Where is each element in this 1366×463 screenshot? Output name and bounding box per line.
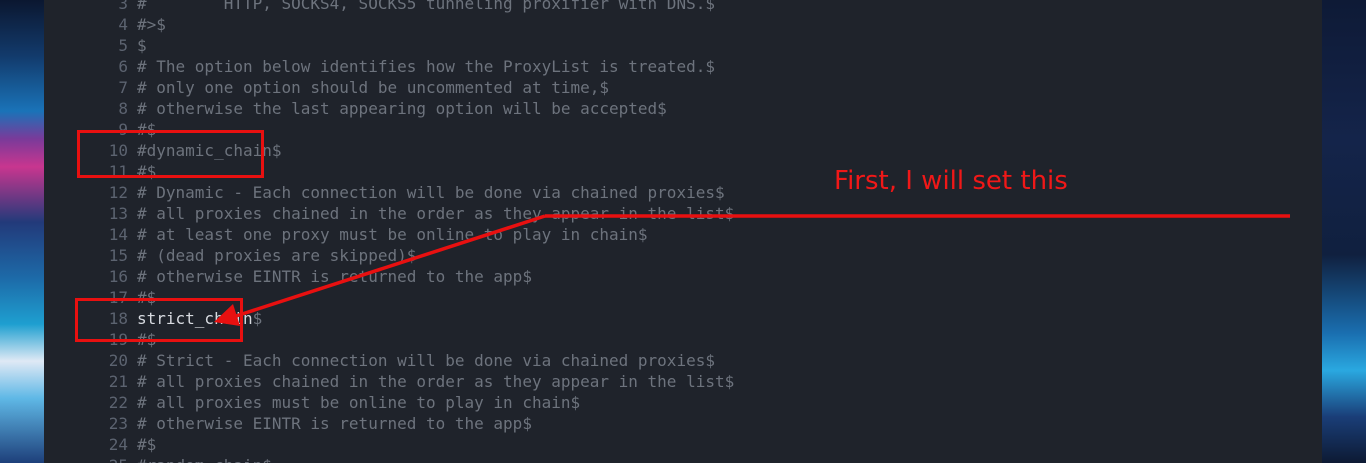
editor-line: 3 # HTTP, SOCKS4, SOCKS5 tunneling proxif… bbox=[88, 0, 734, 14]
highlight-box-strict-chain bbox=[75, 298, 243, 342]
line-text: # The option below identifies how the Pr… bbox=[137, 57, 715, 76]
line-text: #random_chain$ bbox=[137, 455, 272, 463]
line-number: 4 bbox=[118, 15, 128, 34]
editor-line: 25 #random_chain$ bbox=[88, 455, 734, 463]
line-text: # otherwise the last appearing option wi… bbox=[137, 99, 667, 118]
screenshot-stage: 3 # HTTP, SOCKS4, SOCKS5 tunneling proxif… bbox=[0, 0, 1366, 463]
line-number: 15 bbox=[108, 246, 128, 265]
line-number: 25 bbox=[88, 455, 128, 463]
line-number: 14 bbox=[108, 225, 128, 244]
editor-line: 8 # otherwise the last appearing option w… bbox=[88, 98, 734, 119]
editor-line: 7 # only one option should be uncommented… bbox=[88, 77, 734, 98]
editor-line: 13 # all proxies chained in the order as … bbox=[88, 203, 735, 224]
line-number: 6 bbox=[118, 57, 128, 76]
line-number: 16 bbox=[108, 267, 128, 286]
editor-line: 23 # otherwise EINTR is returned to the a… bbox=[88, 413, 734, 434]
line-number: 20 bbox=[108, 351, 128, 370]
line-text: # all proxies must be online to play in … bbox=[137, 393, 581, 412]
line-number: 5 bbox=[118, 36, 128, 55]
line-text: $ bbox=[137, 36, 147, 55]
line-number: 8 bbox=[118, 99, 128, 118]
editor-line: 20 # Strict - Each connection will be don… bbox=[88, 350, 734, 371]
line-text: # all proxies chained in the order as th… bbox=[137, 204, 735, 223]
end-of-line-marker: $ bbox=[252, 309, 263, 328]
line-number: 12 bbox=[108, 183, 128, 202]
annotation-label: First, I will set this bbox=[834, 166, 1068, 196]
line-text: # all proxies chained in the order as th… bbox=[137, 372, 735, 391]
editor-line: 4 #>$ bbox=[88, 14, 734, 35]
line-text: # (dead proxies are skipped)$ bbox=[137, 246, 417, 265]
editor-line: 14 # at least one proxy must be online to… bbox=[88, 224, 734, 245]
editor-line: 16 # otherwise EINTR is returned to the a… bbox=[88, 266, 734, 287]
desktop-wallpaper-right bbox=[1322, 0, 1366, 463]
line-text: # at least one proxy must be online to p… bbox=[137, 225, 648, 244]
line-text: # HTTP, SOCKS4, SOCKS5 tunneling proxifi… bbox=[137, 0, 715, 13]
editor-line: 24 #$ bbox=[88, 434, 734, 455]
line-text: # Strict - Each connection will be done … bbox=[137, 351, 715, 370]
line-text: #>$ bbox=[137, 15, 166, 34]
line-number: 24 bbox=[108, 435, 128, 454]
terminal-window[interactable]: 3 # HTTP, SOCKS4, SOCKS5 tunneling proxif… bbox=[44, 0, 1322, 463]
line-text: # otherwise EINTR is returned to the app… bbox=[137, 267, 532, 286]
editor-line: 6 # The option below identifies how the P… bbox=[88, 56, 734, 77]
line-number: 23 bbox=[108, 414, 128, 433]
editor-text-area[interactable]: 3 # HTTP, SOCKS4, SOCKS5 tunneling proxif… bbox=[88, 0, 735, 463]
line-number: 22 bbox=[108, 393, 128, 412]
line-text: # only one option should be uncommented … bbox=[137, 78, 610, 97]
line-text: # Dynamic - Each connection will be done… bbox=[137, 183, 725, 202]
line-text: #$ bbox=[137, 435, 157, 454]
editor-line: 21 # all proxies chained in the order as … bbox=[88, 371, 735, 392]
highlight-box-dynamic-chain bbox=[77, 130, 264, 178]
desktop-wallpaper-left bbox=[0, 0, 44, 463]
editor-line: 22 # all proxies must be online to play i… bbox=[88, 392, 734, 413]
line-text: # otherwise EINTR is returned to the app… bbox=[137, 414, 532, 433]
editor-line: 12 # Dynamic - Each connection will be do… bbox=[88, 182, 734, 203]
line-number: 7 bbox=[118, 78, 128, 97]
line-number: 3 bbox=[118, 0, 128, 13]
line-number: 21 bbox=[108, 372, 128, 391]
line-number: 13 bbox=[108, 204, 128, 223]
editor-line: 15 # (dead proxies are skipped)$ bbox=[88, 245, 734, 266]
editor-line: 5 $ bbox=[88, 35, 734, 56]
